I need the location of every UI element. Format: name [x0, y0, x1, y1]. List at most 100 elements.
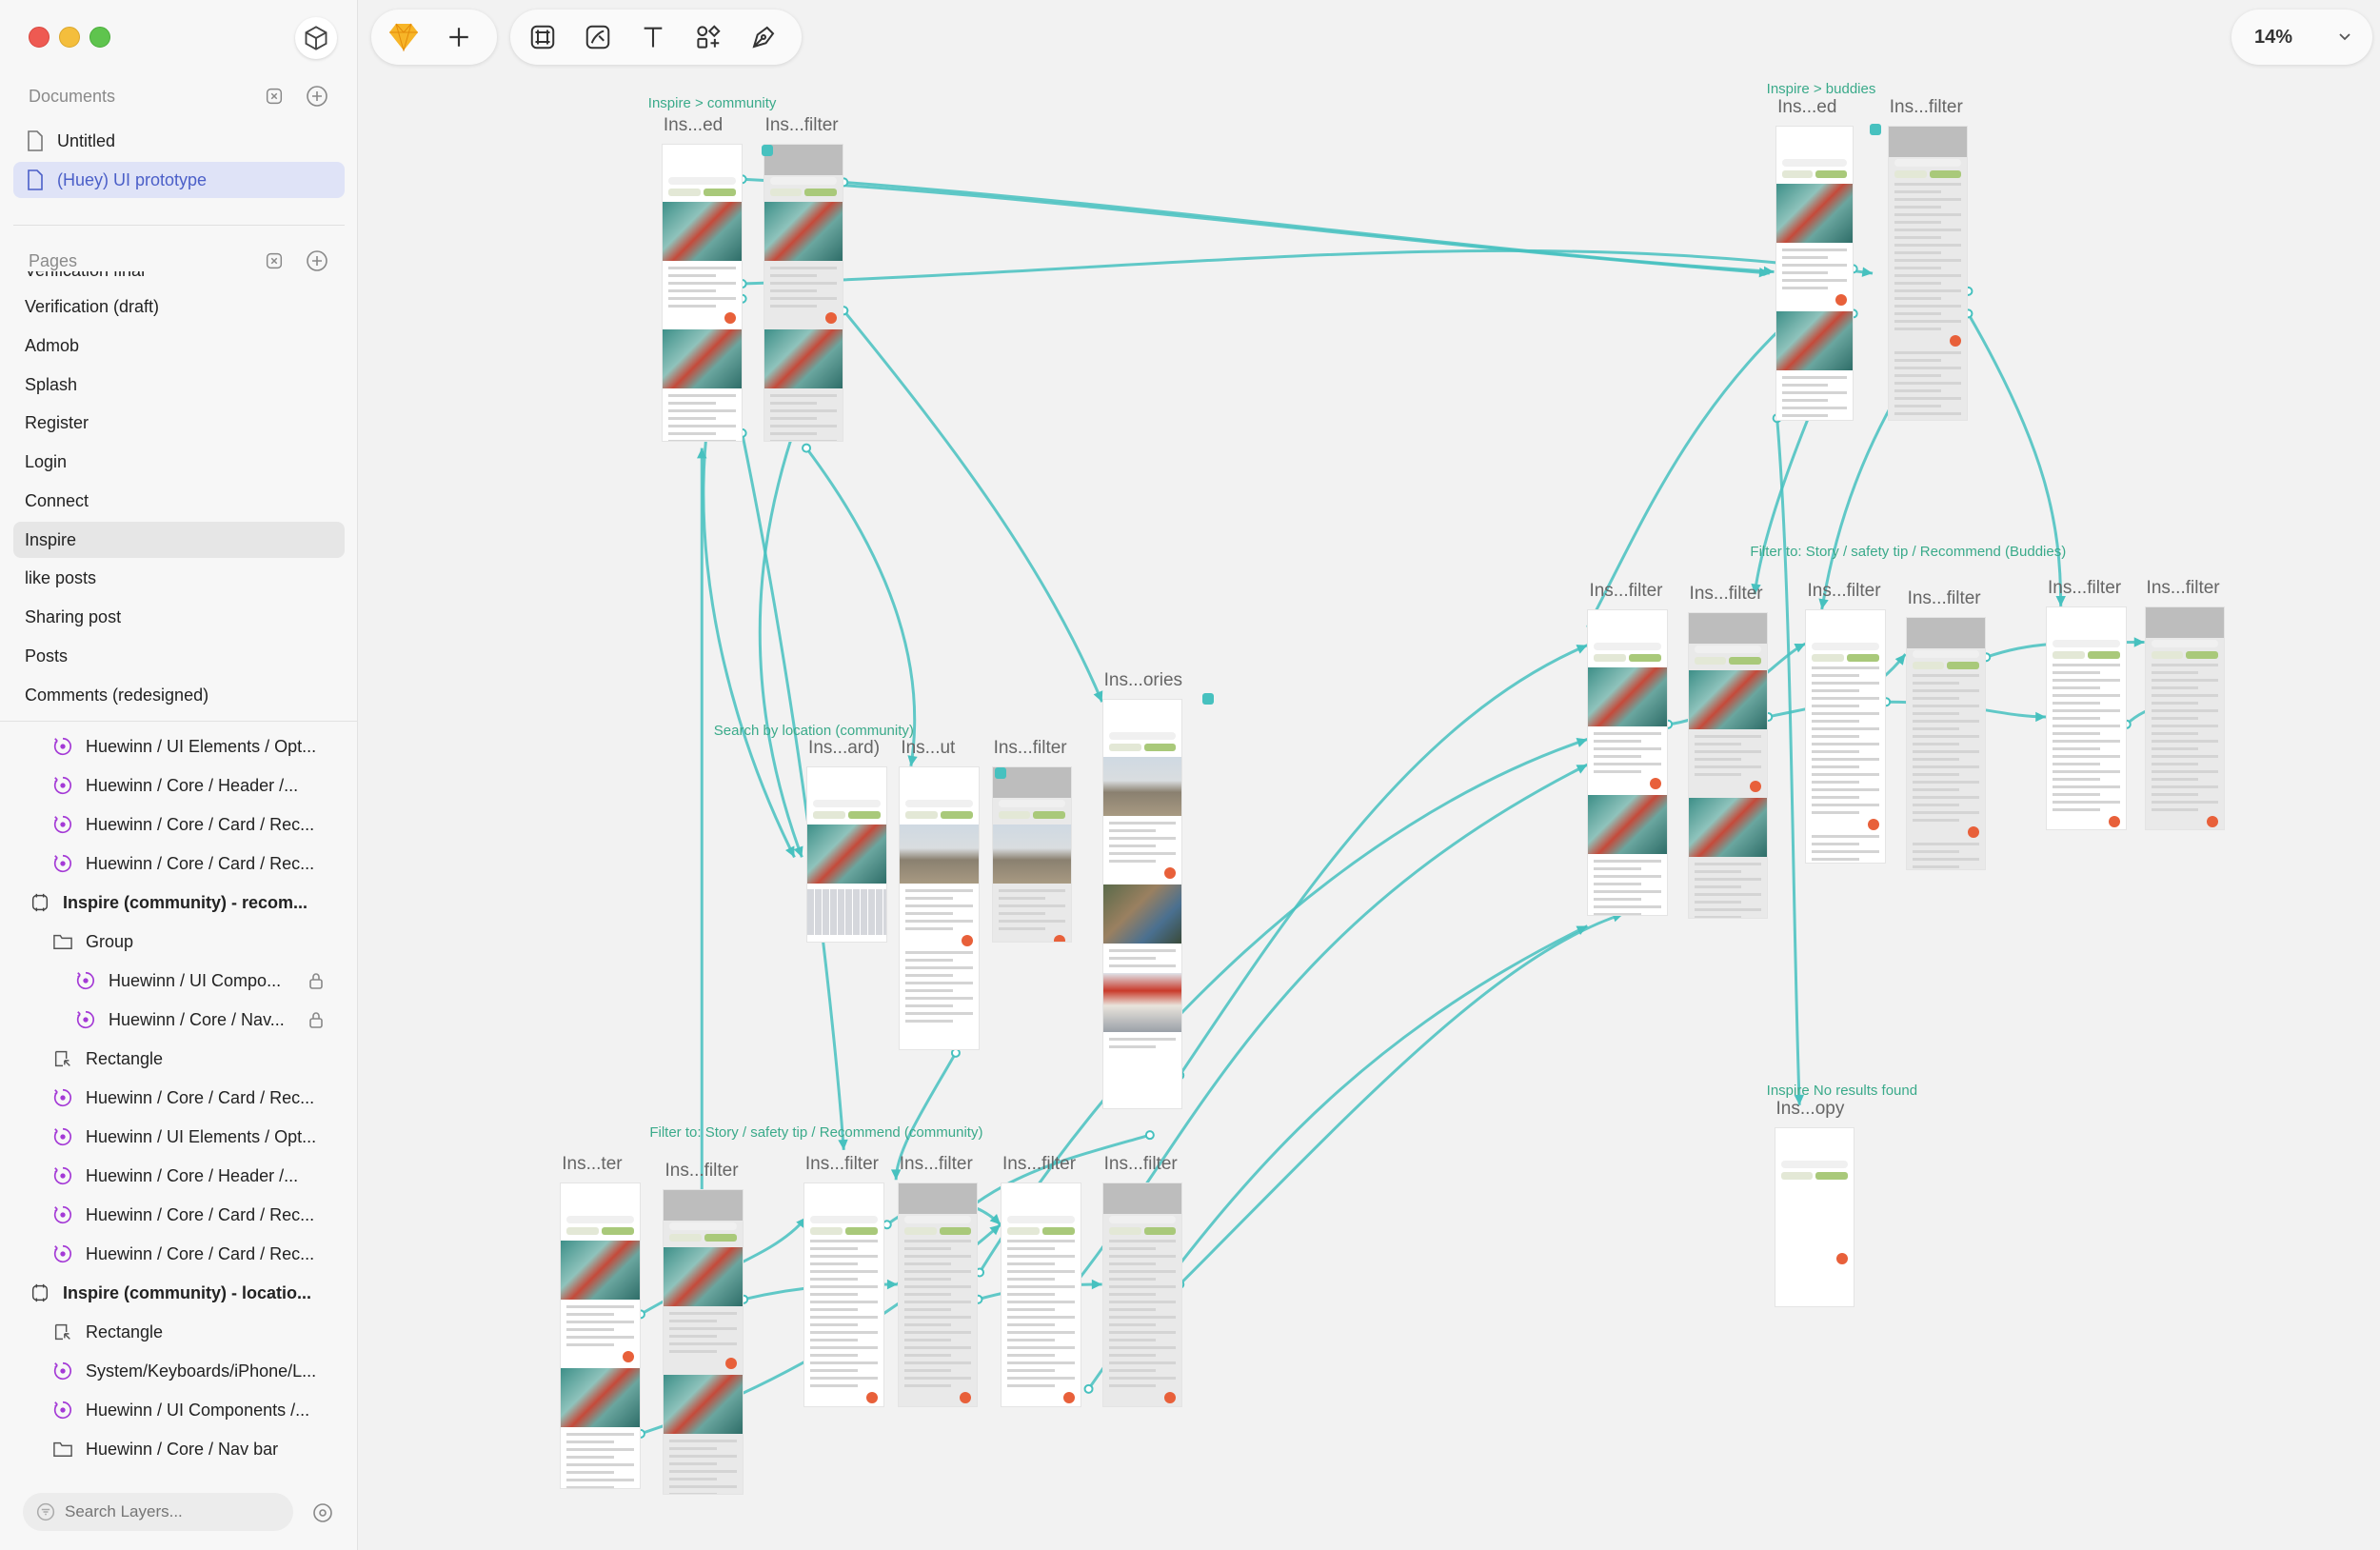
page-item[interactable]: Posts — [13, 638, 345, 674]
lock-icon[interactable] — [307, 1010, 326, 1029]
artboard[interactable] — [1687, 612, 1769, 919]
artboard-label[interactable]: Ins...ard) — [808, 738, 880, 759]
document-item-selected[interactable]: (Huey) UI prototype — [13, 162, 345, 198]
artboard[interactable] — [1805, 609, 1887, 864]
artboard[interactable] — [899, 765, 981, 1050]
layer-label: Huewinn / UI Elements / Opt... — [86, 1126, 317, 1146]
artboard-label[interactable]: Ins...filter — [1890, 97, 1963, 118]
artboard-label[interactable]: Ins...ed — [664, 115, 723, 136]
layer-label: Huewinn / Core / Card / Rec... — [86, 1087, 315, 1107]
layer-item[interactable]: Huewinn / Core / Card / Rec... — [51, 807, 314, 842]
page-item[interactable]: Login — [13, 444, 345, 480]
search-layers-field[interactable] — [23, 1493, 293, 1531]
artboard-label[interactable]: Ins...filter — [1908, 588, 1981, 609]
layer-item[interactable]: Huewinn / UI Compo... — [74, 964, 281, 998]
layer-item[interactable]: Huewinn / UI Elements / Opt... — [51, 729, 316, 764]
page-item-selected[interactable]: Inspire — [13, 522, 345, 558]
flow-label: Inspire > buddies — [1766, 80, 1876, 97]
artboard-label[interactable]: Ins...filter — [805, 1154, 879, 1175]
artboard-label[interactable]: Ins...filter — [664, 1161, 738, 1182]
add-document-button[interactable] — [305, 84, 329, 109]
layer-item[interactable]: Huewinn / Core / Card / Rec... — [51, 846, 314, 881]
artboard-label[interactable]: Ins...filter — [1104, 1154, 1178, 1175]
layer-item[interactable]: Huewinn / Core / Nav... — [74, 1003, 285, 1037]
page-item[interactable]: like posts — [13, 560, 345, 596]
artboard[interactable] — [803, 1182, 884, 1407]
add-page-button[interactable] — [305, 248, 329, 273]
artboard[interactable] — [1587, 609, 1669, 916]
artboard[interactable] — [1887, 125, 1969, 422]
layer-settings-button[interactable] — [310, 1500, 335, 1525]
artboard[interactable] — [806, 765, 887, 943]
layer-item[interactable]: Huewinn / Core / Card / Rec... — [51, 1237, 314, 1271]
layer-item[interactable]: Group — [51, 924, 133, 959]
window-close-button[interactable] — [29, 27, 50, 48]
page-item[interactable]: Verification (draft) — [13, 288, 345, 325]
artboard[interactable] — [661, 143, 743, 443]
artboard[interactable] — [2144, 606, 2226, 831]
page-item[interactable]: Verification final — [13, 271, 345, 288]
canvas[interactable]: Inspire > community Inspire > buddies Sear… — [359, 0, 2380, 1550]
window-maximize-button[interactable] — [89, 27, 110, 48]
artboard[interactable] — [1775, 125, 1854, 422]
prototype-link-arrowhead — [2035, 711, 2047, 723]
window-minimize-button[interactable] — [59, 27, 80, 48]
prototype-link-origin — [802, 443, 812, 453]
documents-collapse-button[interactable] — [262, 84, 287, 109]
layer-item[interactable]: Huewinn / Core / Card / Rec... — [51, 1198, 314, 1232]
artboard[interactable] — [1101, 699, 1183, 1110]
artboard[interactable] — [2046, 606, 2127, 831]
artboard-label[interactable]: Ins...filter — [1807, 581, 1880, 602]
artboard[interactable] — [1101, 1182, 1183, 1407]
layer-item[interactable]: Huewinn / Core / Header /... — [51, 1159, 298, 1193]
page-item[interactable]: Connect — [13, 483, 345, 519]
layer-item[interactable]: Huewinn / UI Elements / Opt... — [51, 1120, 316, 1154]
page-item[interactable]: Sharing post — [13, 599, 345, 635]
artboard[interactable] — [1774, 1127, 1855, 1307]
layer-item[interactable]: Inspire (community) - recom... — [29, 885, 307, 920]
components-button[interactable] — [295, 17, 337, 59]
artboard-label[interactable]: Ins...opy — [1776, 1099, 1845, 1120]
document-item[interactable]: Untitled — [13, 123, 345, 159]
artboard-label[interactable]: Ins...filter — [900, 1154, 973, 1175]
artboard-label[interactable]: Ins...filter — [1690, 584, 1763, 605]
pages-collapse-button[interactable] — [262, 248, 287, 273]
page-item[interactable]: Comments (redesigned) — [13, 677, 345, 713]
artboard-label[interactable]: Ins...filter — [2048, 578, 2121, 599]
artboard[interactable] — [1000, 1182, 1081, 1407]
layer-item[interactable]: Inspire (community) - locatio... — [29, 1276, 311, 1310]
artboard-label[interactable]: Ins...ter — [562, 1154, 622, 1175]
layer-item[interactable]: Huewinn / Core / Header /... — [51, 768, 298, 803]
artboard-label[interactable]: Ins...filter — [994, 738, 1067, 759]
prototype-link-icon[interactable] — [762, 145, 773, 157]
artboard-label[interactable]: Ins...filter — [1589, 581, 1662, 602]
artboard-label[interactable]: Ins...filter — [2147, 578, 2220, 599]
artboard-label[interactable]: Ins...filter — [1002, 1154, 1076, 1175]
layer-item[interactable]: Huewinn / Core / Card / Rec... — [51, 1081, 314, 1115]
page-item[interactable]: Register — [13, 405, 345, 441]
artboard[interactable] — [897, 1182, 979, 1407]
prototype-link-icon[interactable] — [1201, 692, 1214, 705]
artboard[interactable] — [1905, 616, 1987, 871]
layer-item[interactable]: Huewinn / UI Components /... — [51, 1393, 309, 1427]
artboard-label[interactable]: Ins...filter — [765, 115, 839, 136]
artboard[interactable] — [560, 1182, 641, 1489]
search-layers-input[interactable] — [65, 1502, 274, 1521]
prototype-link-icon[interactable] — [1869, 124, 1881, 136]
artboard-label[interactable]: Ins...ories — [1104, 670, 1182, 691]
layer-item[interactable]: System/Keyboards/iPhone/L... — [51, 1354, 316, 1388]
layer-item[interactable]: Huewinn / Core / Nav bar — [51, 1432, 278, 1466]
artboard-label[interactable]: Ins...ut — [901, 738, 955, 759]
artboard[interactable] — [763, 143, 844, 443]
artboard[interactable] — [663, 1188, 744, 1496]
layer-item[interactable]: Rectangle — [51, 1042, 163, 1076]
page-item[interactable]: Admob — [13, 328, 345, 364]
artboard[interactable] — [991, 765, 1073, 943]
lock-icon[interactable] — [307, 971, 326, 990]
layer-item[interactable]: Rectangle — [51, 1315, 163, 1349]
artboard-label[interactable]: Ins...ed — [1777, 97, 1836, 118]
page-item[interactable]: Splash — [13, 367, 345, 403]
prototype-link-icon[interactable] — [994, 767, 1006, 780]
symbol-icon — [51, 1086, 74, 1109]
prototype-link-path — [1967, 312, 2063, 606]
